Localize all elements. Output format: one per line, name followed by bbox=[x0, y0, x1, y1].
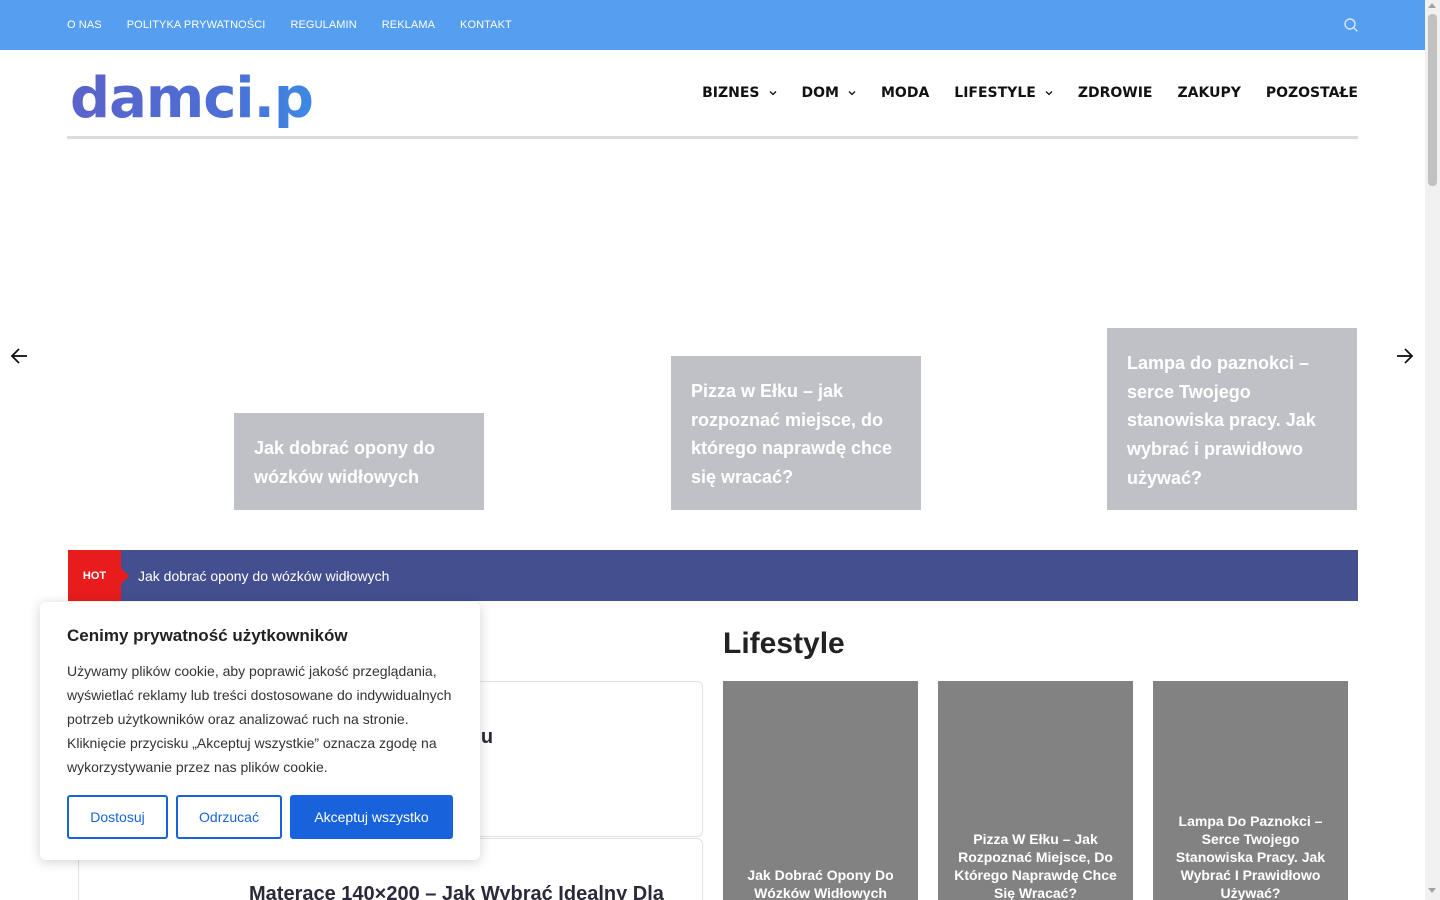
nav-item-zakupy[interactable]: ZAKUPY bbox=[1177, 85, 1240, 101]
tile-title: Lampa Do Paznokci – Serce Twojego Stanow… bbox=[1175, 813, 1326, 900]
tile-title: Jak Dobrać Opony Do Wózków Widłowych bbox=[747, 867, 894, 900]
top-link-reklama[interactable]: REKLAMA bbox=[382, 19, 435, 31]
nav-item-dom[interactable]: DOM bbox=[802, 85, 856, 101]
slide-title: Lampa do paznokci – serce Twojego stanow… bbox=[1127, 353, 1316, 488]
slide-card[interactable]: Pizza w Ełku – jak rozpoznać miejsce, do… bbox=[671, 356, 921, 510]
cookie-description: Używamy plików cookie, aby poprawić jako… bbox=[67, 663, 452, 775]
site-logo[interactable]: damci.pl bbox=[70, 72, 315, 128]
search-icon[interactable] bbox=[1343, 17, 1359, 33]
top-link-polityka[interactable]: POLITYKA PRYWATNOŚCI bbox=[127, 19, 266, 31]
cookie-title: Cenimy prywatność użytkowników bbox=[67, 626, 348, 645]
hot-badge: HOT bbox=[68, 550, 129, 601]
nav-label: DOM bbox=[801, 85, 839, 101]
nav-item-biznes[interactable]: BIZNES bbox=[702, 85, 776, 101]
post-title[interactable]: Materace 140×200 – Jak Wybrać Idealny Dl… bbox=[249, 879, 689, 900]
nav-item-moda[interactable]: MODA bbox=[881, 85, 929, 101]
nav-label: BIZNES bbox=[702, 85, 760, 101]
scroll-up-icon[interactable] bbox=[1428, 3, 1436, 8]
top-link-kontakt[interactable]: KONTAKT bbox=[460, 19, 512, 31]
header-divider bbox=[67, 136, 1358, 139]
nav-label: ZAKUPY bbox=[1177, 85, 1241, 101]
top-links: O NAS POLITYKA PRYWATNOŚCI REGULAMIN REK… bbox=[67, 0, 537, 50]
main-nav: BIZNES DOM MODA LIFESTYLE ZDROWIE ZAKUPY… bbox=[677, 82, 1358, 104]
lifestyle-tile[interactable]: Lampa Do Paznokci – Serce Twojego Stanow… bbox=[1153, 681, 1348, 900]
slide-card[interactable]: Lampa do paznokci – serce Twojego stanow… bbox=[1107, 328, 1357, 510]
scrollbar-thumb[interactable] bbox=[1428, 14, 1437, 186]
scroll-down-icon[interactable] bbox=[1428, 888, 1436, 893]
top-bar: O NAS POLITYKA PRYWATNOŚCI REGULAMIN REK… bbox=[0, 0, 1425, 50]
lifestyle-tile[interactable]: Jak Dobrać Opony Do Wózków Widłowych bbox=[723, 681, 918, 900]
nav-label: LIFESTYLE bbox=[954, 85, 1036, 101]
chevron-down-icon bbox=[848, 91, 856, 96]
logo-text: damci.pl bbox=[70, 72, 315, 128]
section-title-lifestyle: Lifestyle bbox=[723, 627, 845, 660]
arrow-right-icon[interactable] bbox=[1395, 346, 1415, 366]
top-link-o-nas[interactable]: O NAS bbox=[67, 19, 102, 31]
slide-title: Jak dobrać opony do wózków widłowych bbox=[254, 438, 436, 487]
tile-title: Pizza W Ełku – Jak Rozpoznać Miejsce, Do… bbox=[954, 831, 1117, 900]
hot-news-link[interactable]: Jak dobrać opony do wózków widłowych bbox=[138, 550, 389, 601]
accept-all-button[interactable]: Akceptuj wszystko bbox=[290, 795, 453, 839]
chevron-down-icon bbox=[1045, 91, 1053, 96]
slide-card[interactable]: Jak dobrać opony do wózków widłowych bbox=[234, 413, 484, 510]
reject-button[interactable]: Odrzucać bbox=[176, 795, 282, 839]
nav-item-pozostale[interactable]: POZOSTAŁE bbox=[1266, 85, 1358, 101]
nav-label: MODA bbox=[881, 85, 930, 101]
nav-label: ZDROWIE bbox=[1077, 85, 1153, 101]
customize-button[interactable]: Dostosuj bbox=[67, 795, 168, 839]
nav-label: POZOSTAŁE bbox=[1265, 85, 1358, 101]
lifestyle-tile[interactable]: Pizza W Ełku – Jak Rozpoznać Miejsce, Do… bbox=[938, 681, 1133, 900]
cookie-consent-panel: Cenimy prywatność użytkowników Używamy p… bbox=[40, 602, 480, 860]
nav-item-zdrowie[interactable]: ZDROWIE bbox=[1078, 85, 1153, 101]
top-link-regulamin[interactable]: REGULAMIN bbox=[290, 19, 356, 31]
nav-item-lifestyle[interactable]: LIFESTYLE bbox=[954, 85, 1053, 101]
page-scrollbar[interactable] bbox=[1425, 0, 1440, 900]
chevron-down-icon bbox=[769, 91, 776, 96]
hot-news-bar: HOT Jak dobrać opony do wózków widłowych bbox=[68, 550, 1358, 601]
arrow-left-icon[interactable] bbox=[9, 346, 29, 366]
slide-title: Pizza w Ełku – jak rozpoznać miejsce, do… bbox=[691, 381, 893, 488]
